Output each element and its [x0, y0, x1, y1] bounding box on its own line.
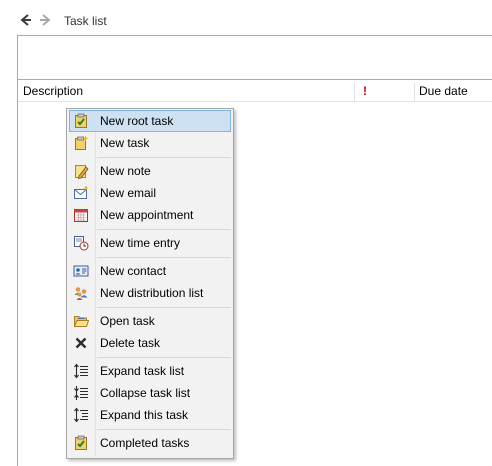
menu-item-label: Expand task list: [100, 364, 185, 378]
back-arrow-icon[interactable]: [18, 12, 34, 28]
column-due-date[interactable]: Due date: [419, 81, 468, 102]
menu-item-new-note[interactable]: New note: [69, 160, 231, 182]
list-header: Description ! Due date: [18, 81, 492, 102]
menu-item-new-appointment[interactable]: New appointment: [69, 204, 231, 226]
menu-item-collapse-task-list[interactable]: Collapse task list: [69, 382, 231, 404]
menu-item-label: New contact: [100, 264, 167, 278]
completed-tasks-icon: [73, 435, 89, 451]
email-icon: [73, 185, 89, 201]
menu-item-label: New root task: [100, 114, 174, 128]
task-check-icon: [73, 113, 89, 129]
menu-separator: [97, 307, 231, 308]
menu-item-new-distribution-list[interactable]: New distribution list: [69, 282, 231, 304]
collapse-list-icon: [73, 385, 89, 401]
menu-item-expand-this-task[interactable]: Expand this task: [69, 404, 231, 426]
calendar-icon: [73, 207, 89, 223]
menu-separator: [97, 429, 231, 430]
menu-item-new-root-task[interactable]: New root task: [69, 110, 231, 132]
menu-item-label: Delete task: [100, 336, 161, 350]
menu-item-label: New email: [100, 186, 157, 200]
menu-item-expand-task-list[interactable]: Expand task list: [69, 360, 231, 382]
menu-item-label: New time entry: [100, 236, 181, 250]
menu-separator: [97, 257, 231, 258]
context-menu: New root task New task New note New emai…: [66, 108, 234, 459]
toolbar: Task list: [0, 0, 492, 36]
menu-item-new-contact[interactable]: New contact: [69, 260, 231, 282]
menu-separator: [97, 357, 231, 358]
group-icon: [73, 285, 89, 301]
menu-separator: [97, 157, 231, 158]
menu-separator: [97, 229, 231, 230]
forward-arrow-icon[interactable]: [37, 12, 53, 28]
menu-item-label: Collapse task list: [100, 386, 191, 400]
task-new-icon: [73, 135, 89, 151]
menu-item-label: New note: [100, 164, 151, 178]
menu-item-new-email[interactable]: New email: [69, 182, 231, 204]
menu-item-label: New task: [100, 136, 150, 150]
open-folder-icon: [73, 313, 89, 329]
note-pencil-icon: [73, 163, 89, 179]
expand-list-icon: [73, 363, 89, 379]
time-entry-icon: [73, 235, 89, 251]
column-separator[interactable]: [354, 83, 355, 101]
menu-item-label: New appointment: [100, 208, 194, 222]
menu-item-label: Completed tasks: [100, 436, 190, 450]
column-description[interactable]: Description: [23, 81, 83, 102]
column-priority[interactable]: !: [363, 81, 367, 102]
filter-area[interactable]: [17, 35, 492, 80]
menu-item-completed-tasks[interactable]: Completed tasks: [69, 432, 231, 454]
delete-x-icon: [73, 335, 89, 351]
menu-item-new-time-entry[interactable]: New time entry: [69, 232, 231, 254]
column-separator[interactable]: [414, 83, 415, 101]
menu-item-new-task[interactable]: New task: [69, 132, 231, 154]
menu-item-open-task[interactable]: Open task: [69, 310, 231, 332]
window-title: Task list: [64, 14, 107, 28]
menu-item-label: New distribution list: [100, 286, 204, 300]
menu-item-label: Expand this task: [100, 408, 189, 422]
expand-task-icon: [73, 407, 89, 423]
menu-item-label: Open task: [100, 314, 155, 328]
contact-card-icon: [73, 263, 89, 279]
menu-item-delete-task[interactable]: Delete task: [69, 332, 231, 354]
